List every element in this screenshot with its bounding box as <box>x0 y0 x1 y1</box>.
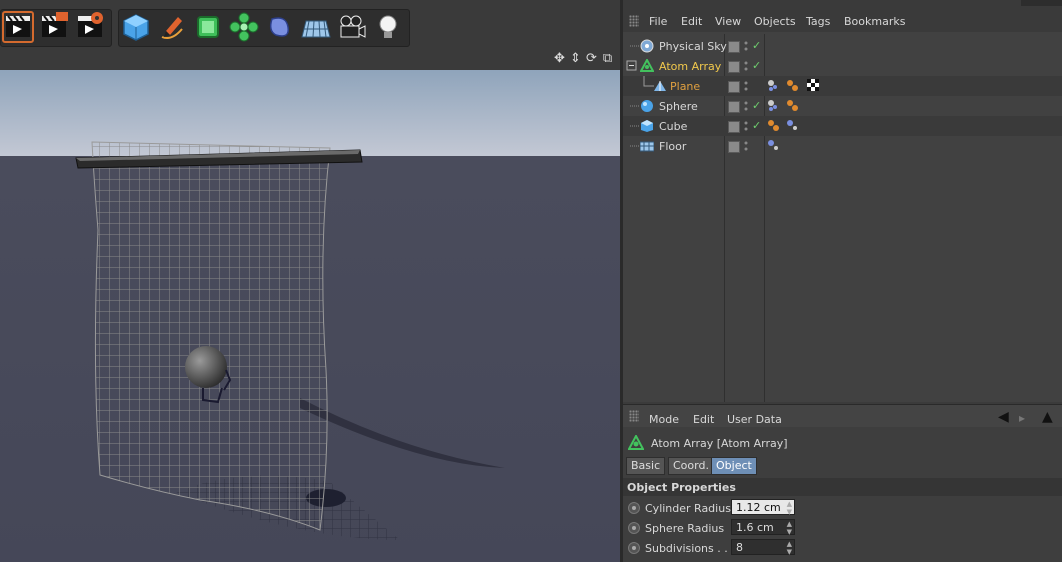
move-view-icon[interactable]: ✥ <box>552 51 567 66</box>
menu-file[interactable]: File <box>649 15 667 28</box>
menu-mode[interactable]: Mode <box>649 413 679 426</box>
toggle-view-icon[interactable]: ⧉ <box>600 51 615 66</box>
sphere-radius-field[interactable]: 1.6 cm ▲ ▼ <box>731 519 795 536</box>
bar-shadow <box>300 398 505 468</box>
back-arrow-icon[interactable]: ◀ <box>998 409 1009 425</box>
enabled-check-icon[interactable]: ✓ <box>752 119 761 132</box>
object-title: Atom Array [Atom Array] <box>651 437 788 450</box>
field-value: 8 <box>736 541 743 554</box>
floor-environment-icon[interactable] <box>300 11 332 43</box>
up-arrow-icon[interactable]: ▲ <box>1042 409 1053 425</box>
subdivisions-field[interactable]: 8 ▲ ▼ <box>731 539 795 556</box>
plane-icon <box>653 79 667 93</box>
attribute-manager: Mode Edit User Data ◀ ▸ ▲ Atom Array [At… <box>623 404 1062 562</box>
cylinder-radius-field[interactable]: 1.12 cm ▲ ▼ <box>731 499 795 516</box>
texture-tag-icon[interactable] <box>807 79 819 91</box>
forward-arrow-icon[interactable]: ▸ <box>1019 411 1025 425</box>
menu-tags[interactable]: Tags <box>806 15 830 28</box>
section-title: Object Properties <box>627 481 736 494</box>
material-tag-icon[interactable] <box>786 99 798 111</box>
sphere <box>185 346 227 388</box>
panel-grip-icon[interactable] <box>629 410 639 422</box>
material-tag-icon[interactable] <box>786 79 798 91</box>
animate-radio[interactable] <box>628 522 640 534</box>
panel-grip-icon[interactable] <box>629 15 639 27</box>
section-header: Object Properties <box>623 478 1062 496</box>
prop-subdivisions: Subdivisions . . 8 ▲ ▼ <box>623 538 1062 558</box>
phong-tag-icon[interactable] <box>767 79 779 91</box>
object-name: Floor <box>659 140 687 153</box>
object-row-physical-sky[interactable]: Physical Sky ✓ <box>623 36 1062 56</box>
atom-array-icon <box>639 57 655 73</box>
atom-array-icon <box>628 435 644 450</box>
cube-icon <box>640 119 654 133</box>
cloth-net <box>91 141 331 531</box>
tab-object[interactable]: Object <box>711 457 757 475</box>
field-value: 1.6 cm <box>736 521 774 534</box>
dolly-view-icon[interactable]: ⇕ <box>568 51 583 66</box>
stepper-arrows-icon[interactable]: ▲ ▼ <box>787 500 792 516</box>
attribute-manager-menubar: Mode Edit User Data ◀ ▸ ▲ <box>623 404 1062 427</box>
phong-tag-icon[interactable] <box>767 139 779 151</box>
prop-sphere-radius: Sphere Radius 1.6 cm ▲ ▼ <box>623 518 1062 538</box>
prop-label: Cylinder Radius <box>645 502 731 515</box>
enabled-check-icon[interactable]: ✓ <box>752 99 761 112</box>
field-value: 1.12 cm <box>736 501 781 514</box>
object-row-sphere[interactable]: Sphere ✓ <box>623 96 1062 116</box>
object-manager: File Edit View Objects Tags Bookmarks Ph… <box>623 0 1062 402</box>
stepper-arrows-icon[interactable]: ▲ ▼ <box>787 520 792 536</box>
prop-label: Subdivisions . . <box>645 542 728 555</box>
animate-radio[interactable] <box>628 542 640 554</box>
floor-icon <box>639 139 655 153</box>
menu-objects[interactable]: Objects <box>754 15 796 28</box>
object-name: Physical Sky <box>659 40 727 53</box>
menu-edit[interactable]: Edit <box>681 15 702 28</box>
phong-tag-icon[interactable] <box>786 119 798 131</box>
object-name: Cube <box>659 120 688 133</box>
pen-spline-icon[interactable] <box>156 11 188 43</box>
object-row-floor[interactable]: Floor <box>623 136 1062 156</box>
array-generator-icon[interactable] <box>228 11 260 43</box>
cube-object-icon[interactable] <box>120 11 152 43</box>
material-tag-icon[interactable] <box>767 119 779 131</box>
object-row-atom-array[interactable]: Atom Array ✓ <box>623 56 1062 76</box>
render-view-icon[interactable] <box>2 11 34 43</box>
object-name: Atom Array <box>659 60 722 73</box>
viewport-header: ✥ ⇕ ⟳ ⧉ <box>0 48 620 70</box>
object-manager-menubar: File Edit View Objects Tags Bookmarks <box>623 10 1062 32</box>
menu-view[interactable]: View <box>715 15 741 28</box>
3d-viewport[interactable]: ✥ ⇕ ⟳ ⧉ <box>0 48 620 562</box>
stepper-arrows-icon[interactable]: ▲ ▼ <box>787 540 792 556</box>
animate-radio[interactable] <box>628 502 640 514</box>
menu-user-data[interactable]: User Data <box>727 413 782 426</box>
menu-edit[interactable]: Edit <box>693 413 714 426</box>
subdivision-surface-icon[interactable] <box>192 11 224 43</box>
object-row-plane[interactable]: Plane <box>623 76 1062 96</box>
tab-coord[interactable]: Coord. <box>668 457 714 475</box>
enabled-check-icon[interactable]: ✓ <box>752 59 761 72</box>
render-settings-icon[interactable] <box>74 11 106 43</box>
tab-basic[interactable]: Basic <box>626 457 666 475</box>
prop-label: Sphere Radius <box>645 522 725 535</box>
object-name: Sphere <box>659 100 698 113</box>
sphere-icon <box>640 99 654 113</box>
prop-cylinder-radius: Cylinder Radius 1.12 cm ▲ ▼ <box>623 498 1062 518</box>
light-icon[interactable] <box>372 11 404 43</box>
enabled-check-icon[interactable]: ✓ <box>752 39 761 52</box>
phong-tag-icon[interactable] <box>767 99 779 111</box>
scene-render <box>75 141 505 540</box>
object-name: Plane <box>670 80 701 93</box>
camera-icon[interactable] <box>336 11 368 43</box>
menu-bookmarks[interactable]: Bookmarks <box>844 15 905 28</box>
object-row-cube[interactable]: Cube ✓ <box>623 116 1062 136</box>
rotate-view-icon[interactable]: ⟳ <box>584 51 599 66</box>
main-toolbar <box>0 0 622 49</box>
deformer-icon[interactable] <box>264 11 296 43</box>
render-picture-viewer-icon[interactable] <box>38 11 70 43</box>
sky-icon <box>640 39 654 53</box>
